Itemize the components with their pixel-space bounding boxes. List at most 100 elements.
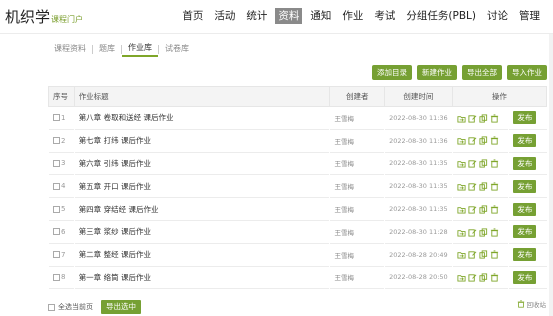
publish-button[interactable]: 发布 — [513, 225, 537, 239]
copy-icon[interactable] — [479, 114, 488, 123]
row-seq: 8 — [61, 273, 66, 282]
row-title[interactable]: 第八章 卷取和送经 课后作业 — [74, 107, 330, 130]
nav-item-4[interactable]: 通知 — [307, 8, 334, 24]
delete-icon[interactable] — [490, 228, 499, 237]
subtab-3[interactable]: 试卷库 — [159, 42, 195, 56]
row-creator: 王雪梅 — [334, 228, 354, 237]
copy-icon[interactable] — [479, 136, 488, 145]
nav-item-2[interactable]: 统计 — [243, 8, 270, 24]
subtab-2[interactable]: 作业库 — [122, 41, 158, 57]
nav-item-1[interactable]: 活动 — [211, 8, 238, 24]
export-all-button[interactable]: 导出全部 — [462, 65, 502, 80]
subtab-1[interactable]: 题库 — [93, 42, 121, 56]
row-title[interactable]: 第七章 打纬 课后作业 — [74, 129, 330, 152]
delete-icon[interactable] — [490, 205, 499, 214]
publish-button[interactable]: 发布 — [513, 248, 537, 262]
row-publish-cell: 发布 — [509, 220, 547, 243]
delete-icon[interactable] — [490, 182, 499, 191]
row-checkbox[interactable] — [53, 205, 60, 213]
row-time: 2022-08-28 20:50 — [389, 273, 448, 282]
publish-button[interactable]: 发布 — [513, 270, 537, 284]
delete-icon[interactable] — [490, 159, 499, 168]
move-to-folder-icon[interactable] — [457, 228, 466, 237]
move-to-folder-icon[interactable] — [457, 136, 466, 145]
move-to-folder-icon[interactable] — [457, 205, 466, 214]
brand-subtitle: 课程门户 — [51, 15, 84, 24]
row-title[interactable]: 第二章 整经 课后作业 — [74, 243, 330, 266]
nav-item-0[interactable]: 首页 — [179, 8, 206, 24]
recycle-bin-link[interactable]: 回收站 — [517, 299, 547, 309]
nav-item-6[interactable]: 考试 — [371, 8, 398, 24]
delete-icon[interactable] — [490, 250, 499, 259]
row-seq: 5 — [61, 205, 66, 214]
brand[interactable]: 机织学课程门户 — [5, 6, 83, 27]
copy-icon[interactable] — [479, 273, 488, 282]
table-row: 1 第八章 卷取和送经 课后作业 王雪梅 2022-08-30 11:36 发布 — [48, 107, 547, 130]
main-nav: 首页 活动 统计 资料 通知 作业 考试 分组任务(PBL) 讨论 管理 — [174, 8, 543, 24]
edit-icon[interactable] — [468, 182, 477, 191]
copy-icon[interactable] — [479, 205, 488, 214]
move-to-folder-icon[interactable] — [457, 273, 466, 282]
copy-icon[interactable] — [479, 250, 488, 259]
copy-icon[interactable] — [479, 182, 488, 191]
publish-button[interactable]: 发布 — [513, 179, 537, 193]
nav-item-9[interactable]: 管理 — [516, 8, 543, 24]
row-seq: 7 — [61, 250, 66, 259]
select-page-checkbox[interactable] — [48, 303, 55, 311]
row-seq: 2 — [61, 136, 66, 145]
row-checkbox[interactable] — [53, 159, 60, 167]
nav-item-5[interactable]: 作业 — [339, 8, 366, 24]
edit-icon[interactable] — [468, 250, 477, 259]
row-checkbox[interactable] — [53, 182, 60, 190]
move-to-folder-icon[interactable] — [457, 114, 466, 123]
publish-button[interactable]: 发布 — [513, 156, 537, 170]
scrollbar[interactable] — [549, 34, 553, 316]
row-creator: 王雪梅 — [334, 274, 354, 283]
row-checkbox[interactable] — [53, 137, 60, 145]
header-ops: 操作 — [451, 86, 548, 107]
publish-button[interactable]: 发布 — [513, 134, 537, 148]
row-title[interactable]: 第四章 穿结经 课后作业 — [74, 198, 330, 221]
delete-icon[interactable] — [490, 114, 499, 123]
row-title[interactable]: 第六章 引纬 课后作业 — [74, 152, 330, 175]
edit-icon[interactable] — [468, 273, 477, 282]
row-ops — [452, 243, 509, 266]
row-title[interactable]: 第一章 络筒 课后作业 — [74, 266, 330, 289]
move-to-folder-icon[interactable] — [457, 182, 466, 191]
edit-icon[interactable] — [468, 228, 477, 237]
nav-item-3[interactable]: 资料 — [275, 8, 303, 24]
recycle-bin-label: 回收站 — [526, 301, 547, 309]
row-publish-cell: 发布 — [509, 129, 547, 152]
subtab-0[interactable]: 课程资料 — [48, 42, 92, 56]
row-checkbox[interactable] — [53, 251, 60, 259]
row-checkbox[interactable] — [53, 273, 60, 281]
row-checkbox[interactable] — [53, 114, 60, 122]
nav-item-7[interactable]: 分组任务(PBL) — [403, 8, 479, 24]
row-ops — [452, 266, 509, 289]
new-assignment-button[interactable]: 新建作业 — [417, 65, 457, 80]
export-selected-button[interactable]: 导出选中 — [101, 300, 141, 314]
edit-icon[interactable] — [468, 159, 477, 168]
table-row: 8 第一章 络筒 课后作业 王雪梅 2022-08-28 20:50 发布 — [48, 266, 547, 289]
row-time: 2022-08-30 11:36 — [389, 113, 448, 122]
add-directory-button[interactable]: 添加目录 — [372, 65, 412, 80]
move-to-folder-icon[interactable] — [457, 159, 466, 168]
delete-icon[interactable] — [490, 136, 499, 145]
nav-item-8[interactable]: 讨论 — [484, 8, 511, 24]
row-seq: 6 — [61, 227, 66, 236]
row-title[interactable]: 第五章 开口 课后作业 — [74, 175, 330, 198]
edit-icon[interactable] — [468, 114, 477, 123]
edit-icon[interactable] — [468, 205, 477, 214]
delete-icon[interactable] — [490, 273, 499, 282]
publish-button[interactable]: 发布 — [513, 202, 537, 216]
row-checkbox[interactable] — [53, 228, 60, 236]
import-assignment-button[interactable]: 导入作业 — [507, 65, 547, 80]
publish-button[interactable]: 发布 — [513, 111, 537, 125]
trash-icon — [517, 300, 524, 308]
action-bar: 添加目录 新建作业 导出全部 导入作业 — [372, 65, 547, 80]
edit-icon[interactable] — [468, 136, 477, 145]
copy-icon[interactable] — [479, 159, 488, 168]
move-to-folder-icon[interactable] — [457, 250, 466, 259]
copy-icon[interactable] — [479, 228, 488, 237]
row-title[interactable]: 第三章 浆纱 课后作业 — [74, 220, 330, 243]
